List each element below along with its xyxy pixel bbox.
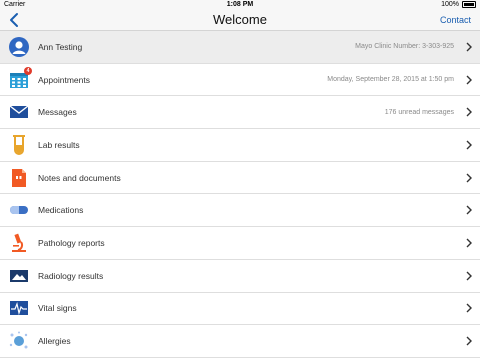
menu-item-pathology-reports[interactable]: Pathology reports <box>0 227 480 260</box>
image-icon <box>9 266 29 286</box>
pollen-icon-graphic <box>9 331 28 349</box>
medications-label: Medications <box>38 205 84 216</box>
document-icon <box>9 168 29 188</box>
messages-label: Messages <box>38 107 77 118</box>
next-appointment-date: Monday, September 28, 2015 at 1:50 pm <box>327 76 454 84</box>
chevron-right-icon <box>466 336 472 346</box>
pill-icon <box>9 200 29 220</box>
lab-results-label: Lab results <box>38 139 80 150</box>
menu-item-vital-signs[interactable]: Vital signs <box>0 293 480 326</box>
page-title: Welcome <box>213 12 267 27</box>
pathology-reports-label: Pathology reports <box>38 237 105 248</box>
notes-documents-label: Notes and documents <box>38 172 121 183</box>
chevron-right-icon <box>466 303 472 313</box>
heartbeat-icon-graphic <box>10 301 28 316</box>
microscope-icon-graphic <box>12 233 26 252</box>
radiology-results-label: Radiology results <box>38 270 104 281</box>
appointments-label: Appointments <box>38 74 90 85</box>
envelope-icon-graphic <box>9 105 29 119</box>
avatar <box>9 36 29 57</box>
battery-percent: 100% <box>441 1 459 8</box>
chevron-right-icon <box>466 238 472 248</box>
status-bar: Carrier 1:08 PM 100% <box>0 0 480 10</box>
avatar-icon <box>9 36 29 57</box>
status-right: 100% <box>441 1 476 8</box>
profile-name: Ann Testing <box>38 41 83 52</box>
chevron-right-icon <box>466 271 472 281</box>
pollen-icon <box>9 331 29 351</box>
unread-messages-count: 176 unread messages <box>384 108 454 116</box>
chevron-right-icon <box>466 42 472 52</box>
chevron-right-icon <box>466 173 472 183</box>
appointments-badge: 4 <box>24 66 32 75</box>
document-icon-graphic <box>12 168 26 187</box>
status-time: 1:08 PM <box>226 1 254 8</box>
envelope-icon <box>9 102 29 122</box>
menu-item-allergies[interactable]: Allergies <box>0 325 480 358</box>
profile-row[interactable]: Ann Testing Mayo Clinic Number: 3-303-92… <box>0 31 480 64</box>
menu-list: Ann Testing Mayo Clinic Number: 3-303-92… <box>0 31 480 358</box>
contact-button[interactable]: Contact <box>440 15 471 25</box>
menu-item-messages[interactable]: Messages 176 unread messages <box>0 96 480 130</box>
image-icon-graphic <box>10 269 28 282</box>
allergies-label: Allergies <box>38 336 71 347</box>
menu-item-notes-documents[interactable]: Notes and documents <box>0 162 480 195</box>
chevron-right-icon <box>466 75 472 85</box>
menu-item-appointments[interactable]: 4 Appointments Monday, September 28, 201… <box>0 64 480 97</box>
chevron-right-icon <box>466 107 472 117</box>
menu-item-radiology-results[interactable]: Radiology results <box>0 260 480 293</box>
vital-signs-label: Vital signs <box>38 303 77 314</box>
pill-icon-graphic <box>10 206 28 215</box>
microscope-icon <box>9 233 29 253</box>
navigation-bar: Welcome Contact <box>0 10 480 31</box>
heartbeat-icon <box>9 298 29 318</box>
test-tube-icon <box>9 134 29 155</box>
chevron-right-icon <box>466 140 472 150</box>
test-tube-icon-graphic <box>13 134 25 155</box>
menu-item-medications[interactable]: Medications <box>0 194 480 228</box>
menu-item-lab-results[interactable]: Lab results <box>0 129 480 162</box>
mayo-clinic-number: Mayo Clinic Number: 3-303-925 <box>355 43 454 51</box>
battery-icon <box>462 1 476 8</box>
chevron-right-icon <box>466 205 472 215</box>
calendar-icon: 4 <box>9 66 32 90</box>
